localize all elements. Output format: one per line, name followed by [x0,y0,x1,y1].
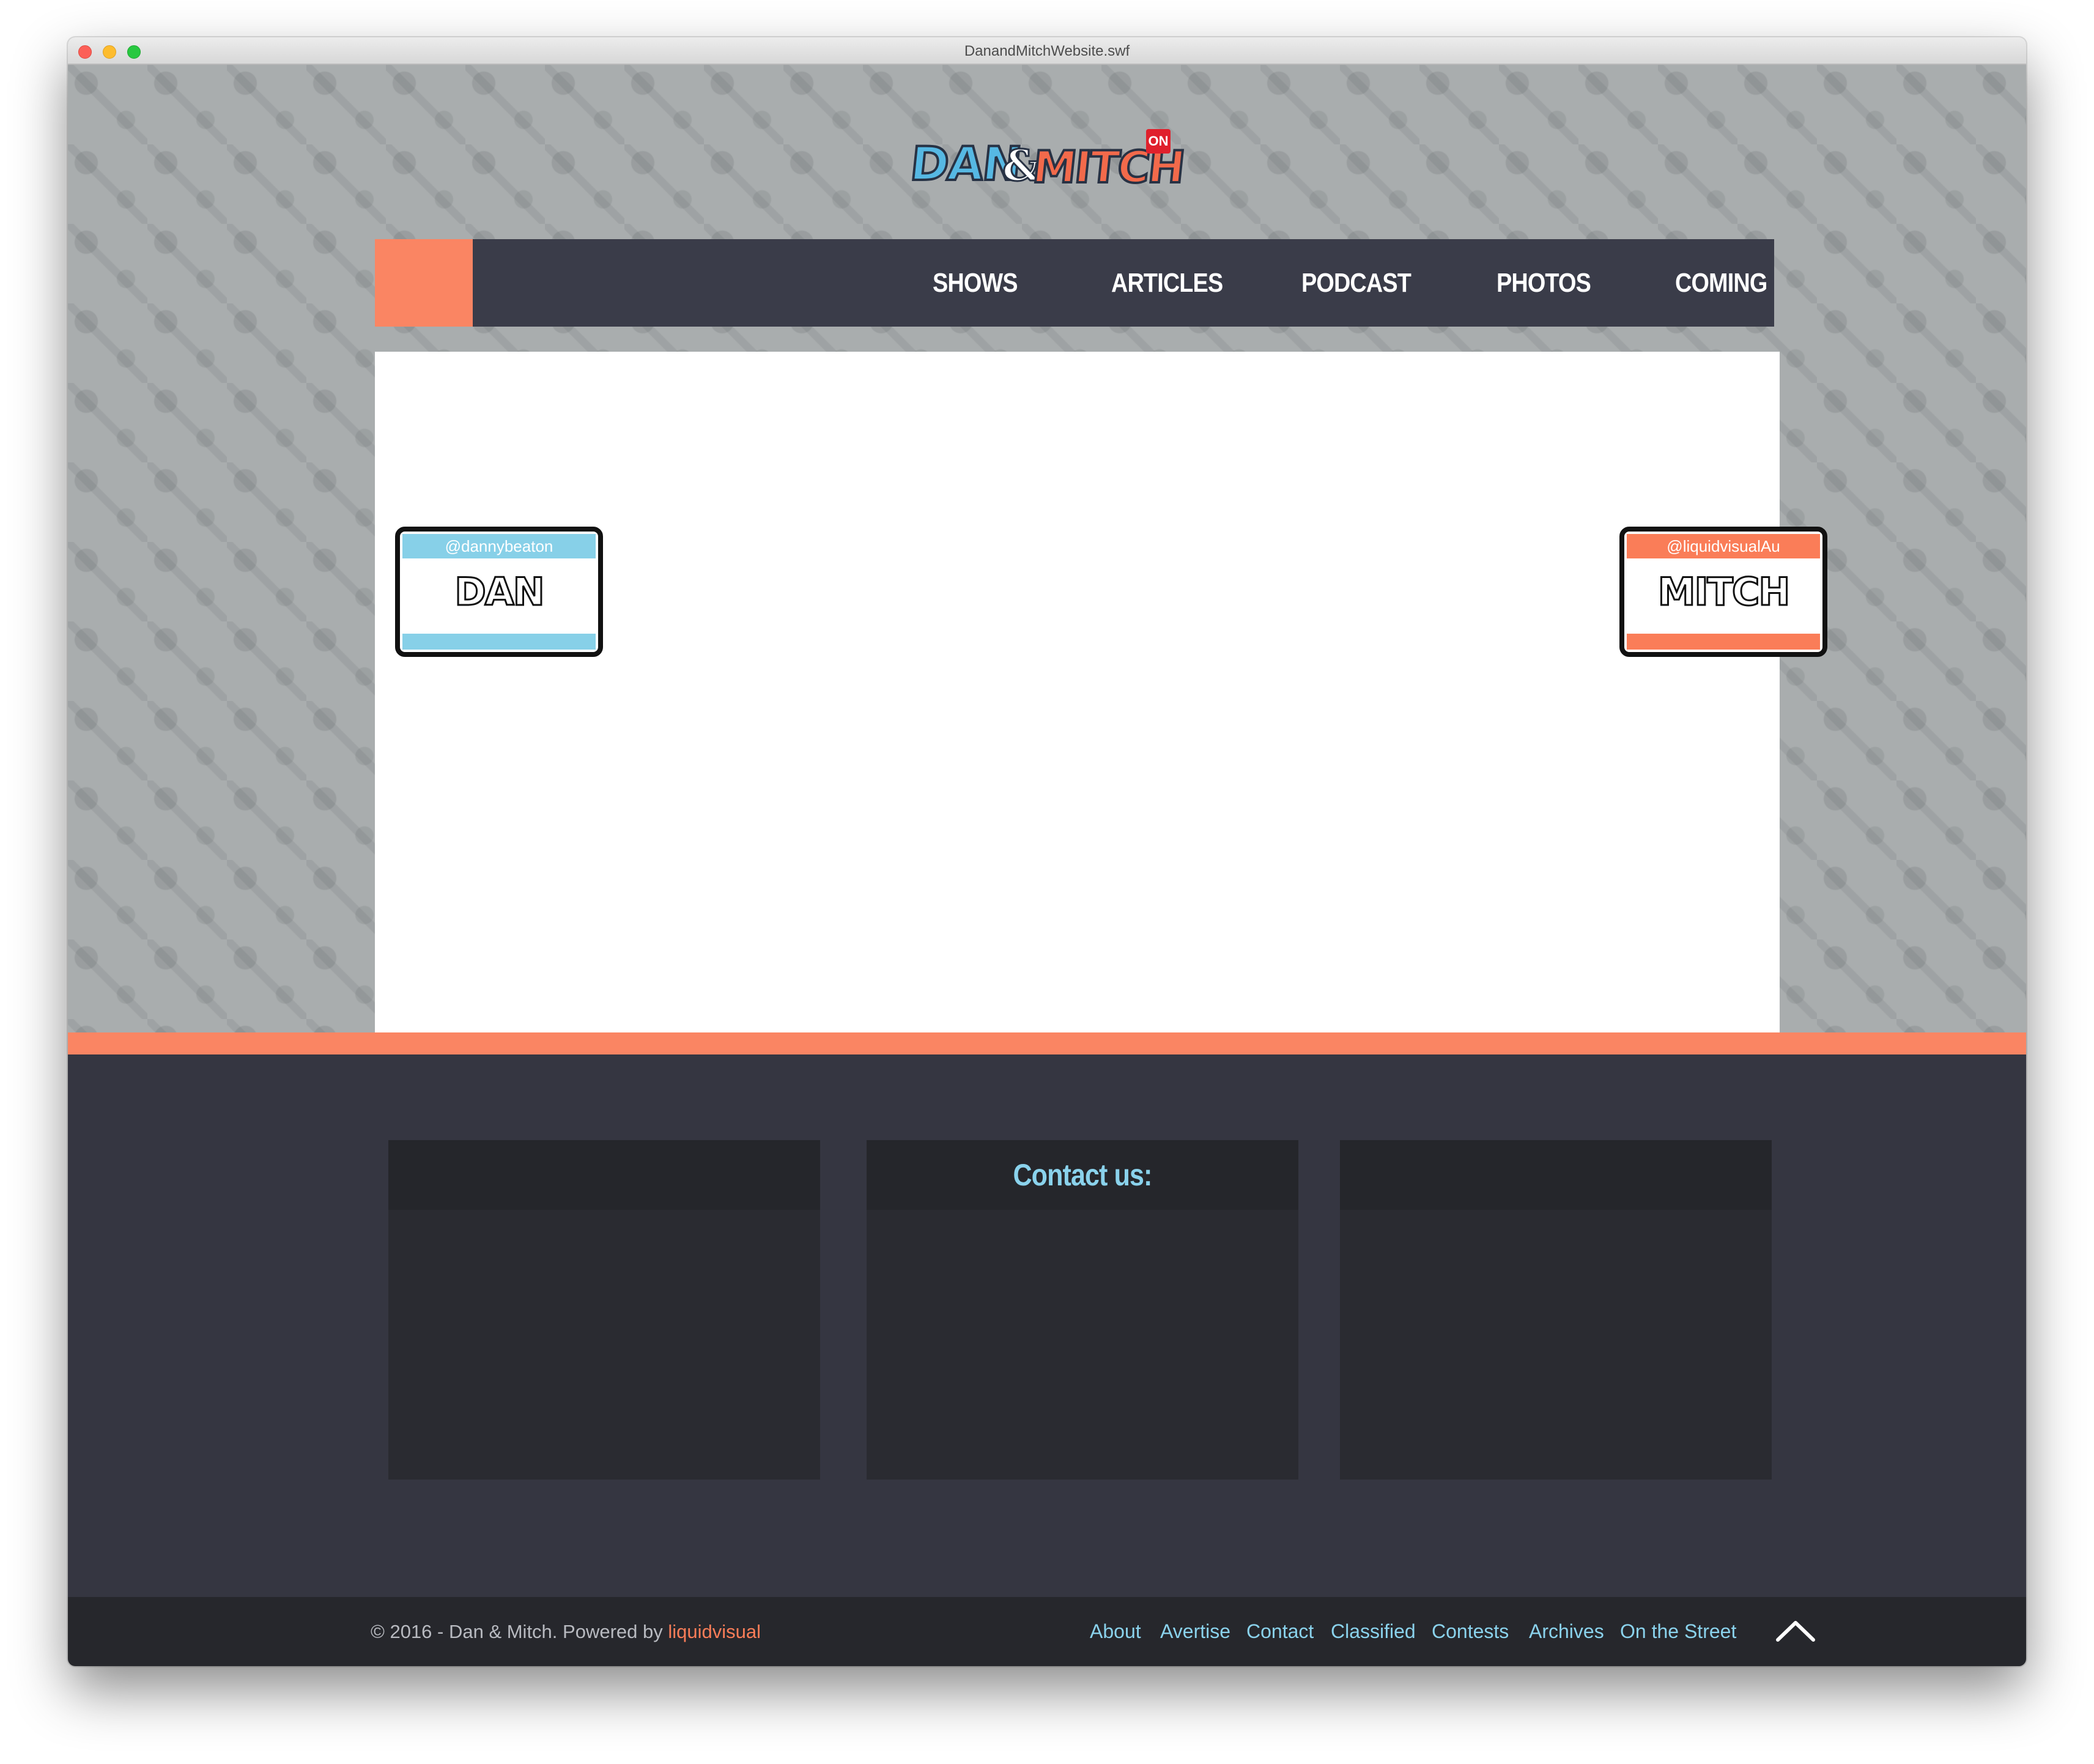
liquidvisual-link[interactable]: liquidvisual [668,1621,761,1642]
logo-on-badge: ON [1146,129,1171,154]
nav-item-shows[interactable]: SHOWS [933,239,1018,327]
footer-panel-header [1340,1140,1772,1210]
badge-bottom-stripe [1627,634,1820,650]
footer-link-about[interactable]: About [1090,1597,1141,1666]
footer-link-classified[interactable]: Classified [1331,1597,1416,1666]
site-footer: Contact us: [68,1054,2026,1597]
footer-link-contact[interactable]: Contact [1246,1597,1314,1666]
footer-panel-contact: Contact us: [867,1140,1298,1480]
mitch-badge-name: MITCH [1657,569,1791,615]
nav-item-coming-up[interactable]: COMING UP [1675,239,1767,385]
dan-name-badge[interactable]: @dannybeaton DAN [395,527,603,657]
footer-bottom-bar: © 2016 - Dan & Mitch. Powered by liquidv… [68,1597,2026,1666]
footer-accent-stripe [68,1032,2026,1054]
browser-window: DanandMitchWebsite.swf DAN & MITCH ON SH… [68,37,2026,1666]
contact-title: Contact us: [1013,1158,1152,1192]
dan-badge-name: DAN [454,569,546,615]
window-titlebar: DanandMitchWebsite.swf [68,37,2026,65]
window-title: DanandMitchWebsite.swf [964,43,1130,59]
footer-link-avertise[interactable]: Avertise [1160,1597,1230,1666]
dan-twitter-handle: @dannybeaton [402,534,596,558]
nav-accent-block [375,239,473,327]
main-content-area [375,352,1780,1033]
footer-panel-right [1340,1140,1772,1480]
nav-item-photos[interactable]: PHOTOS [1497,239,1591,327]
footer-panel-header [388,1140,820,1210]
footer-link-on-the-street[interactable]: On the Street [1620,1597,1736,1666]
footer-link-archives[interactable]: Archives [1529,1597,1604,1666]
chevron-up-icon[interactable] [1774,1615,1817,1646]
main-navigation: SHOWS ARTICLES PODCAST PHOTOS COMING UP [375,239,1774,385]
site-logo[interactable]: DAN & MITCH ON [906,129,1187,202]
badge-bottom-stripe [402,634,596,650]
footer-link-contests[interactable]: Contests [1432,1597,1509,1666]
mitch-twitter-handle: @liquidvisualAu [1627,534,1820,558]
nav-item-articles[interactable]: ARTICLES [1111,239,1223,327]
mitch-name-badge[interactable]: @liquidvisualAu MITCH [1619,527,1827,657]
nav-item-podcast[interactable]: PODCAST [1301,239,1411,327]
copyright-text: © 2016 - Dan & Mitch. Powered by liquidv… [371,1597,761,1666]
footer-panel-left [388,1140,820,1480]
footer-panel-header: Contact us: [867,1140,1298,1210]
copyright-prefix: © 2016 - Dan & Mitch. Powered by [371,1621,668,1642]
